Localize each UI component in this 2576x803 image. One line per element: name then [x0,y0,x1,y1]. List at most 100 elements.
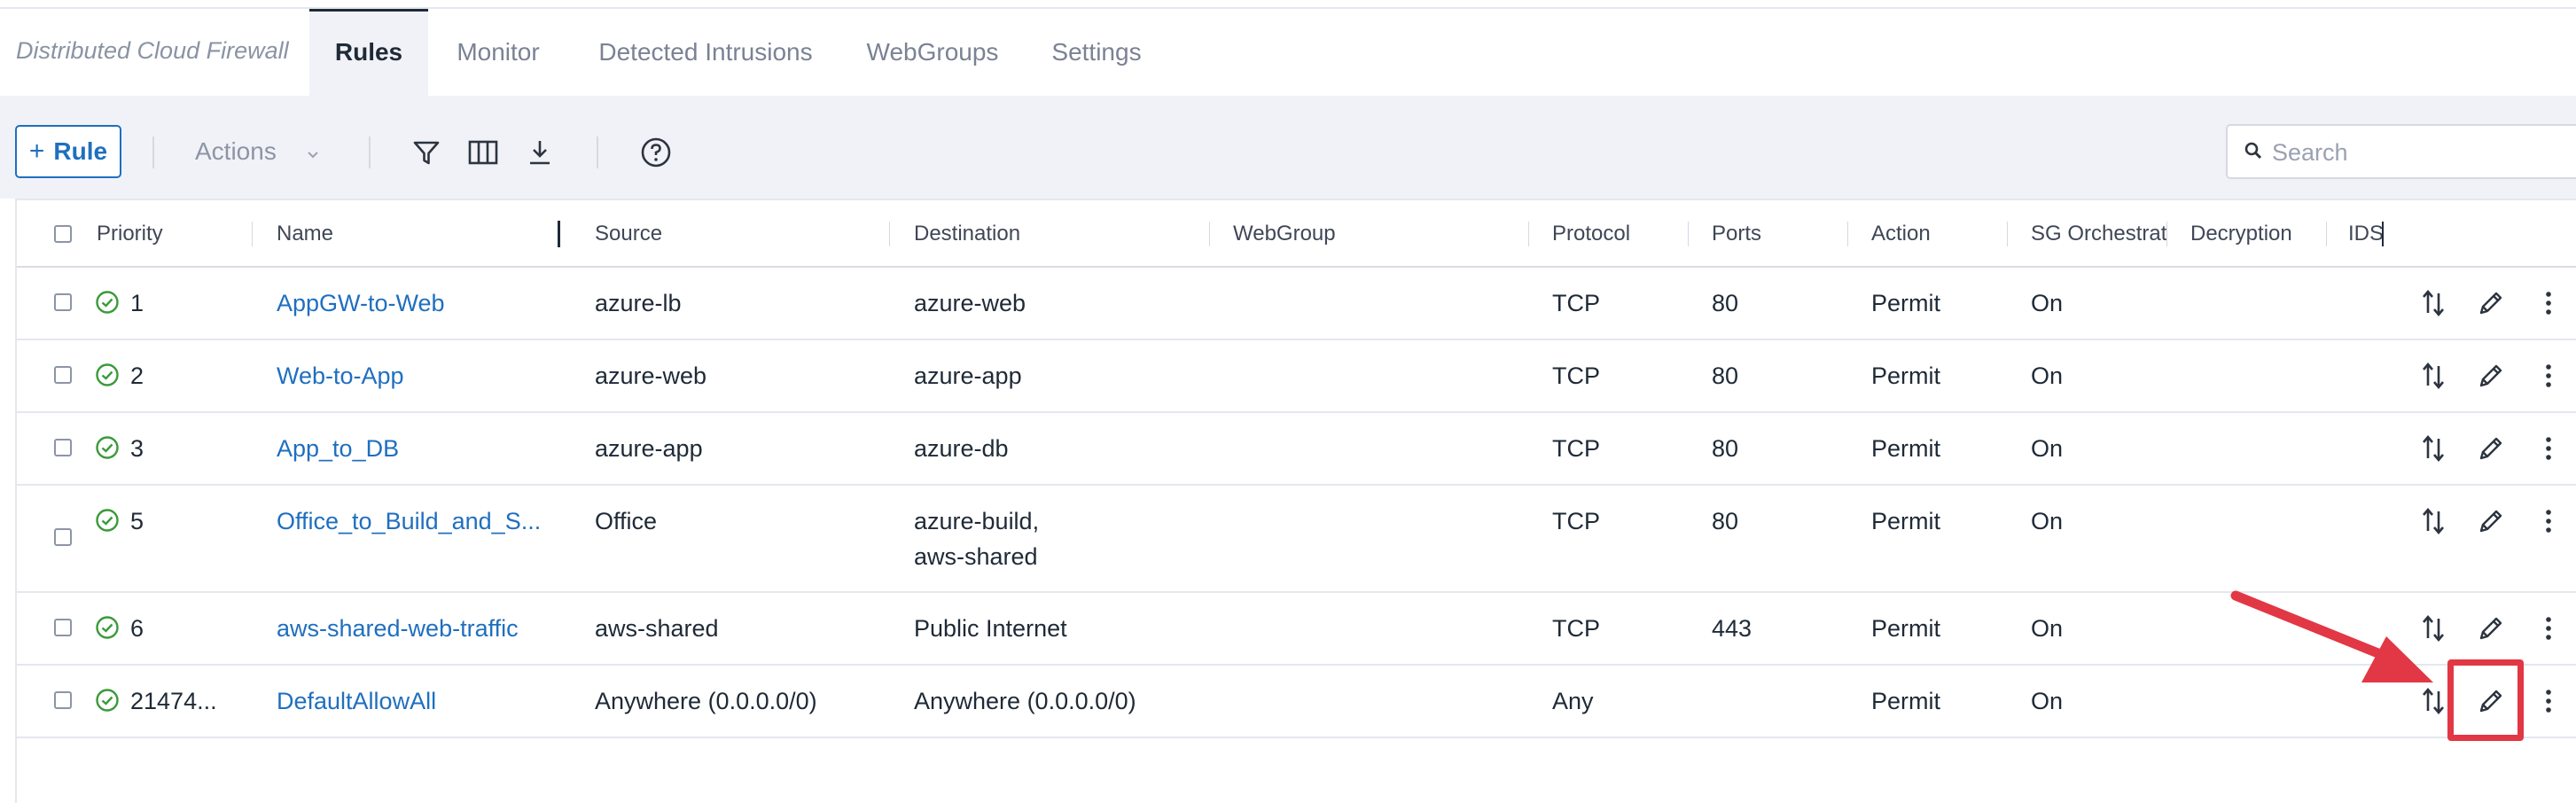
column-header-destination[interactable]: Destination [914,200,1020,268]
column-resize-handle[interactable] [2382,222,2384,246]
edit-pencil-icon[interactable] [2473,431,2509,466]
rule-name-link[interactable]: Web-to-App [277,358,404,394]
tab-bar: Distributed Cloud Firewall Rules Monitor… [0,9,2576,96]
column-header-protocol[interactable]: Protocol [1552,200,1630,268]
row-destination: azure-db [914,435,1009,462]
column-header-sg-orchestration[interactable]: SG Orchestrat [2031,200,2173,268]
row-priority: 3 [130,435,144,462]
row-priority: 2 [130,363,144,389]
table-header: Priority Name Source Destination WebGrou… [17,200,2576,268]
row-source: azure-app [595,435,703,462]
row-checkbox[interactable] [54,691,72,709]
table-row[interactable]: 6 aws-shared-web-traffic aws-shared Public … [17,593,2576,666]
add-rule-label: Rule [53,137,108,165]
rule-name-link[interactable]: DefaultAllowAll [277,683,436,719]
select-all-checkbox[interactable] [54,225,72,243]
more-vertical-icon[interactable] [2531,358,2566,394]
tab-webgroups[interactable]: WebGroups [855,9,1011,96]
edit-pencil-icon[interactable] [2473,285,2509,321]
tab-rules[interactable]: Rules [309,9,428,96]
column-header-action[interactable]: Action [1871,200,1931,268]
status-check-icon [95,615,120,640]
column-header-decryption[interactable]: Decryption [2190,200,2292,268]
toolbar-divider [152,136,154,168]
search-field[interactable] [2226,124,2576,179]
add-rule-button[interactable]: + Rule [15,125,121,178]
actions-label: Actions [195,137,277,165]
row-protocol: TCP [1552,363,1600,389]
more-vertical-icon[interactable] [2531,285,2566,321]
row-source: Office [595,508,658,534]
table-row[interactable]: 1 AppGW-to-Web azure-lb azure-web TCP 80 Permi… [17,268,2576,340]
edit-pencil-icon[interactable] [2473,611,2509,646]
column-resize-handle[interactable] [558,221,560,247]
row-ports: 443 [1712,615,1752,642]
column-header-ids[interactable]: IDS [2348,200,2384,268]
app-title: Distributed Cloud Firewall [16,37,289,64]
column-header-source[interactable]: Source [595,200,662,268]
row-checkbox[interactable] [54,619,72,636]
more-vertical-icon[interactable] [2531,503,2566,539]
reorder-icon[interactable] [2416,503,2451,539]
rule-name-link[interactable]: aws-shared-web-traffic [277,611,519,646]
column-header-name[interactable]: Name [277,200,333,268]
row-sg-orchestration: On [2031,290,2064,316]
row-checkbox[interactable] [54,366,72,384]
toolbar: + Rule Actions [0,96,2576,199]
annotation-highlight-box [2447,659,2524,741]
app-root: Distributed Cloud Firewall Rules Monitor… [0,0,2576,803]
rules-table: Priority Name Source Destination WebGrou… [15,199,2576,803]
reorder-icon[interactable] [2416,611,2451,646]
status-check-icon [95,688,120,713]
status-check-icon [95,508,120,533]
column-header-priority[interactable]: Priority [97,200,163,268]
rule-name-link[interactable]: Office_to_Build_and_S... [277,503,541,539]
table-row[interactable]: 21474... DefaultAllowAll Anywhere (0.0.0.0… [17,666,2576,738]
row-checkbox[interactable] [54,293,72,311]
column-header-webgroup[interactable]: WebGroup [1233,200,1336,268]
row-checkbox[interactable] [54,528,72,546]
download-icon[interactable] [522,135,558,170]
status-check-icon [95,435,120,460]
status-check-icon [95,290,120,315]
reorder-icon[interactable] [2416,285,2451,321]
row-action: Permit [1871,508,1941,534]
chevron-down-icon [307,137,319,166]
row-protocol: TCP [1552,290,1600,316]
reorder-icon[interactable] [2416,431,2451,466]
edit-pencil-icon[interactable] [2473,358,2509,394]
rule-name-link[interactable]: App_to_DB [277,431,399,466]
row-sg-orchestration: On [2031,363,2064,389]
status-check-icon [95,363,120,387]
row-destination: azure-app [914,363,1022,389]
reorder-icon[interactable] [2416,683,2451,719]
tab-monitor[interactable]: Monitor [441,9,556,96]
table-row[interactable]: 2 Web-to-App azure-web azure-app TCP 80 Permit… [17,340,2576,413]
row-ports: 80 [1712,435,1739,462]
table-row[interactable]: 3 App_to_DB azure-app azure-db TCP 80 Permit On [17,413,2576,486]
tab-detected-intrusions[interactable]: Detected Intrusions [579,9,832,96]
row-checkbox[interactable] [54,439,72,456]
table-row[interactable]: 5 Office_to_Build_and_S... Office azure-bui… [17,486,2576,593]
help-icon[interactable] [638,135,674,170]
more-vertical-icon[interactable] [2531,611,2566,646]
tab-settings[interactable]: Settings [1037,9,1156,96]
rule-name-link[interactable]: AppGW-to-Web [277,285,445,321]
reorder-icon[interactable] [2416,358,2451,394]
more-vertical-icon[interactable] [2531,431,2566,466]
row-protocol: TCP [1552,615,1600,642]
row-source: Anywhere (0.0.0.0/0) [595,688,817,714]
more-vertical-icon[interactable] [2531,683,2566,719]
row-action: Permit [1871,435,1941,462]
row-sg-orchestration: On [2031,688,2064,714]
row-source: azure-web [595,363,707,389]
column-header-ports[interactable]: Ports [1712,200,1761,268]
edit-pencil-icon[interactable] [2473,503,2509,539]
columns-icon[interactable] [465,135,501,170]
actions-dropdown[interactable]: Actions [174,125,351,178]
row-priority: 21474... [130,688,217,714]
filter-icon[interactable] [409,135,444,170]
row-protocol: TCP [1552,508,1600,534]
column-divider [2326,222,2327,246]
search-input[interactable] [2270,133,2575,172]
